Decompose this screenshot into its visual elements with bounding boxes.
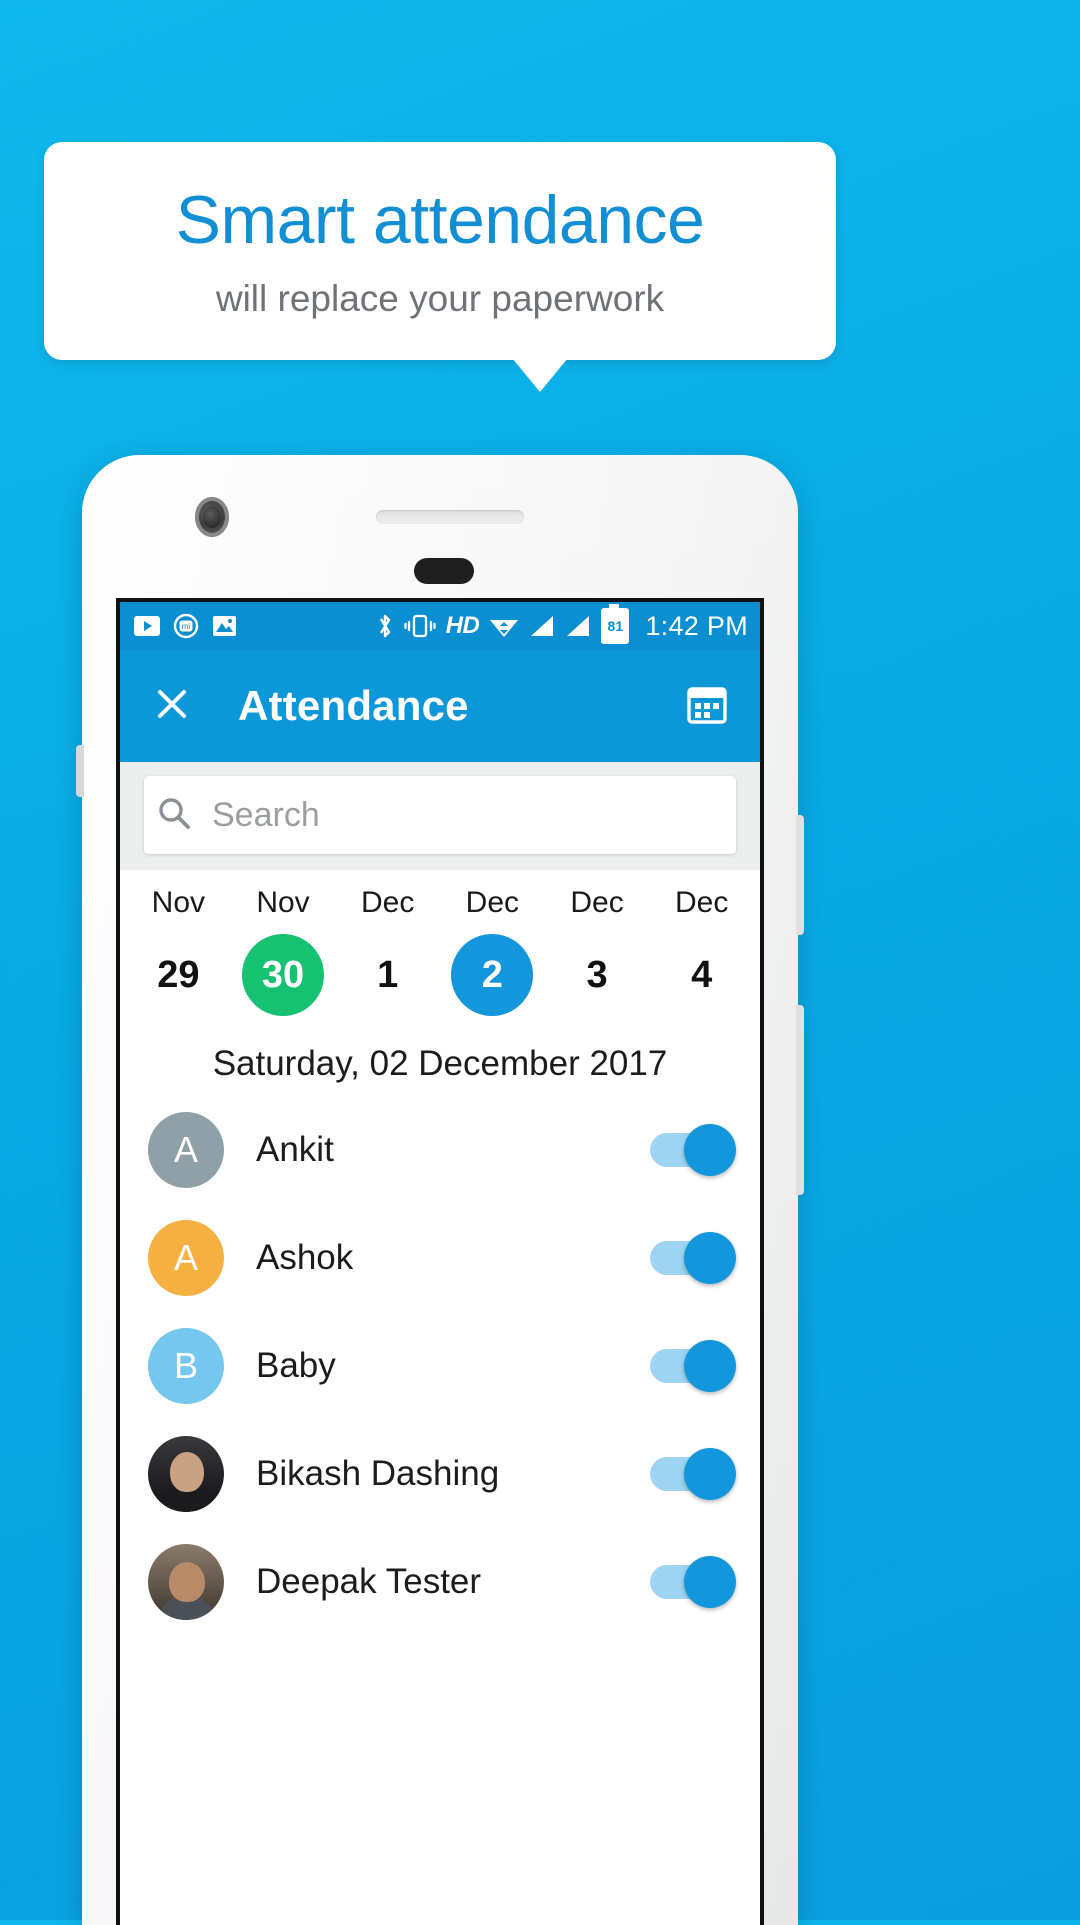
list-item[interactable]: B Baby bbox=[120, 1312, 760, 1420]
hd-icon: HD bbox=[445, 612, 480, 639]
calendar-icon[interactable] bbox=[684, 681, 730, 732]
date-month: Nov bbox=[151, 886, 206, 919]
date-day-selected: 2 bbox=[451, 934, 534, 1016]
proximity-sensor bbox=[414, 558, 474, 584]
front-camera-icon bbox=[195, 497, 229, 537]
list-item[interactable]: A Ashok bbox=[120, 1204, 760, 1312]
attendance-list: A Ankit A Ashok B Baby Bikash Dashing De… bbox=[120, 1096, 760, 1636]
date-cell[interactable]: Dec 1 bbox=[335, 886, 440, 1016]
avatar: A bbox=[148, 1112, 224, 1188]
date-month: Nov bbox=[256, 886, 310, 919]
selected-date-label: Saturday, 02 December 2017 bbox=[212, 1044, 668, 1083]
battery-icon: 81 bbox=[601, 604, 630, 644]
bluetooth-icon bbox=[376, 612, 394, 640]
date-strip: Nov 29 Nov 30 Dec 1 Dec 2 Dec 3 Dec 4 bbox=[120, 870, 760, 1022]
phone-mockup: mi HD 81 1:42 PM Attendance Search Nov 2… bbox=[76, 455, 804, 1925]
vibrate-icon bbox=[404, 613, 436, 639]
search-bar-container: Search bbox=[120, 762, 760, 870]
close-icon[interactable] bbox=[150, 682, 194, 731]
date-cell[interactable]: Dec 2 bbox=[440, 886, 545, 1016]
person-name: Bikash Dashing bbox=[256, 1454, 500, 1493]
toggle-knob bbox=[684, 1340, 736, 1392]
date-cell[interactable]: Nov 29 bbox=[126, 886, 231, 1016]
mi-camera-icon: mi bbox=[173, 613, 199, 639]
gallery-icon bbox=[212, 614, 237, 638]
attendance-toggle[interactable] bbox=[650, 1448, 736, 1500]
app-bar: Attendance bbox=[120, 650, 760, 762]
wifi-icon bbox=[489, 614, 519, 638]
person-name: Ashok bbox=[256, 1238, 354, 1277]
phone-side-button-right-upper bbox=[796, 815, 804, 935]
attendance-toggle[interactable] bbox=[650, 1556, 736, 1608]
date-day: 1 bbox=[377, 953, 399, 996]
date-cell[interactable]: Dec 3 bbox=[545, 886, 650, 1016]
signal-icon bbox=[529, 614, 555, 638]
date-day: 3 bbox=[586, 953, 608, 996]
date-day-today: 30 bbox=[242, 934, 324, 1016]
avatar bbox=[148, 1544, 224, 1620]
date-day: 4 bbox=[691, 953, 713, 996]
search-input[interactable]: Search bbox=[144, 776, 736, 854]
status-bar: mi HD 81 1:42 PM bbox=[120, 602, 760, 650]
date-day: 29 bbox=[157, 953, 200, 996]
avatar: B bbox=[148, 1328, 224, 1404]
avatar: A bbox=[148, 1220, 224, 1296]
attendance-toggle[interactable] bbox=[650, 1232, 736, 1284]
promo-headline: Smart attendance bbox=[175, 181, 705, 258]
date-month: Dec bbox=[570, 886, 624, 919]
page-title: Attendance bbox=[238, 682, 469, 729]
earpiece-speaker bbox=[376, 510, 524, 524]
youtube-icon bbox=[134, 616, 160, 636]
person-name: Deepak Tester bbox=[256, 1562, 482, 1601]
phone-side-button-left bbox=[76, 745, 84, 797]
date-cell[interactable]: Dec 4 bbox=[649, 886, 754, 1016]
phone-screen: mi HD 81 1:42 PM Attendance Search Nov 2… bbox=[116, 598, 764, 1925]
date-month: Dec bbox=[361, 886, 415, 919]
signal-icon bbox=[565, 614, 591, 638]
date-cell[interactable]: Nov 30 bbox=[231, 886, 336, 1016]
toggle-knob bbox=[684, 1448, 736, 1500]
toggle-knob bbox=[684, 1232, 736, 1284]
person-name: Ankit bbox=[256, 1130, 334, 1169]
search-icon bbox=[154, 793, 194, 838]
promo-callout: Smart attendance will replace your paper… bbox=[44, 142, 836, 360]
list-item[interactable]: Bikash Dashing bbox=[120, 1420, 760, 1528]
toggle-knob bbox=[684, 1556, 736, 1608]
list-item[interactable]: Deepak Tester bbox=[120, 1528, 760, 1636]
callout-tail bbox=[512, 358, 568, 392]
attendance-toggle[interactable] bbox=[650, 1340, 736, 1392]
date-month: Dec bbox=[675, 886, 729, 919]
attendance-toggle[interactable] bbox=[650, 1124, 736, 1176]
person-name: Baby bbox=[256, 1346, 336, 1385]
list-item[interactable]: A Ankit bbox=[120, 1096, 760, 1204]
promo-subheadline: will replace your paperwork bbox=[215, 277, 665, 319]
date-month: Dec bbox=[465, 886, 520, 919]
search-placeholder: Search bbox=[212, 795, 320, 834]
toggle-knob bbox=[684, 1124, 736, 1176]
status-bar-clock: 1:42 PM bbox=[645, 610, 748, 641]
avatar bbox=[148, 1436, 224, 1512]
svg-text:mi: mi bbox=[182, 622, 191, 631]
phone-side-button-right-lower bbox=[796, 1005, 804, 1195]
